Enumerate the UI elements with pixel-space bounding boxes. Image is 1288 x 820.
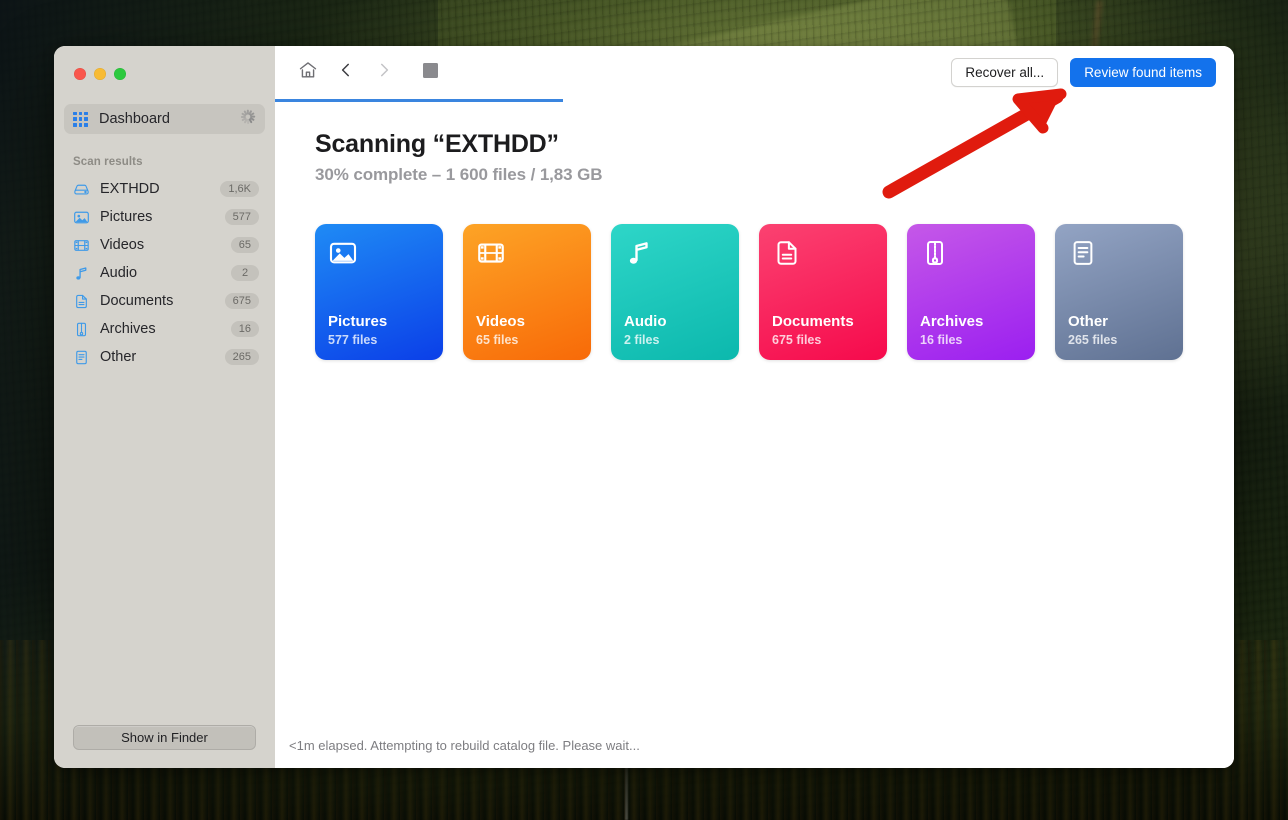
stop-scan-button[interactable] [411, 54, 449, 92]
category-card-pictures[interactable]: Pictures 577 files [315, 224, 443, 360]
document-icon [73, 293, 90, 310]
sidebar-item-badge: 16 [230, 321, 259, 337]
film-icon [73, 237, 90, 254]
hard-drive-icon [73, 181, 90, 198]
sidebar-item-badge: 1,6K [220, 181, 259, 197]
archive-zip-icon [920, 238, 950, 268]
category-card-title: Audio [624, 312, 667, 330]
category-card-title: Documents [772, 312, 854, 330]
status-text: <1m elapsed. Attempting to rebuild catal… [289, 737, 640, 753]
sidebar-item-documents[interactable]: Documents 675 [54, 287, 275, 315]
category-card-archives[interactable]: Archives 16 files [907, 224, 1035, 360]
review-found-items-button[interactable]: Review found items [1070, 58, 1216, 87]
category-card-count: 16 files [920, 333, 963, 347]
sidebar-item-label: Pictures [100, 209, 153, 225]
category-card-text: Archives 16 files [920, 312, 1022, 347]
category-card-title: Pictures [328, 312, 388, 330]
category-card-documents[interactable]: Documents 675 files [759, 224, 887, 360]
stop-square-icon [422, 62, 438, 83]
category-cards: Pictures 577 files Videos 65 files Audio 2 fi… [315, 224, 1204, 360]
category-card-title: Archives [920, 312, 984, 330]
status-bar: <1m elapsed. Attempting to rebuild catal… [275, 722, 1234, 768]
photo-icon [73, 209, 90, 226]
chevron-right-icon [375, 61, 393, 84]
scan-progress-fill [275, 99, 563, 102]
show-in-finder-button[interactable]: Show in Finder [73, 725, 256, 750]
category-card-other[interactable]: Other 265 files [1055, 224, 1183, 360]
category-card-title: Other [1068, 312, 1109, 330]
sidebar: Dashboard Scan results EXTHDD 1,6K Picture… [54, 46, 275, 768]
sidebar-item-label: Videos [100, 237, 145, 253]
category-card-text: Documents 675 files [772, 312, 874, 347]
category-card-videos[interactable]: Videos 65 files [463, 224, 591, 360]
home-button[interactable] [289, 54, 327, 92]
sidebar-item-badge: 675 [224, 293, 259, 309]
sidebar-item-badge: 265 [224, 349, 259, 365]
page-subtitle: 30% complete – 1 600 files / 1,83 GB [315, 165, 603, 184]
sidebar-item-pictures[interactable]: Pictures 577 [54, 203, 275, 231]
sidebar-item-label: Documents [100, 293, 174, 309]
category-card-text: Other 265 files [1068, 312, 1170, 347]
sidebar-item-audio[interactable]: Audio 2 [54, 259, 275, 287]
sidebar-item-other[interactable]: Other 265 [54, 343, 275, 371]
content-area: Scanning “EXTHDD” 30% complete – 1 600 f… [275, 102, 1234, 722]
sidebar-items-list: EXTHDD 1,6K Pictures 577 Videos 65 Audio 2 Docum… [54, 175, 275, 371]
spinner-icon [241, 110, 255, 126]
app-window: Dashboard Scan results EXTHDD 1,6K Picture… [54, 46, 1234, 768]
category-card-title: Videos [476, 312, 525, 330]
film-icon [476, 238, 506, 268]
sidebar-item-badge: 65 [230, 237, 259, 253]
music-note-icon [624, 238, 654, 268]
category-card-text: Pictures 577 files [328, 312, 430, 347]
sidebar-item-label: Audio [100, 265, 138, 281]
forward-button [365, 54, 403, 92]
category-card-count: 675 files [772, 333, 822, 347]
chevron-left-icon [337, 61, 355, 84]
back-button[interactable] [327, 54, 365, 92]
sidebar-item-exthdd[interactable]: EXTHDD 1,6K [54, 175, 275, 203]
category-card-count: 2 files [624, 333, 660, 347]
toolbar: Recover all... Review found items [275, 46, 1234, 99]
sidebar-item-label: Archives [100, 321, 156, 337]
photo-icon [328, 238, 358, 268]
archive-zip-icon [73, 321, 90, 338]
sidebar-item-dashboard[interactable]: Dashboard [64, 104, 265, 134]
category-card-count: 577 files [328, 333, 378, 347]
category-card-text: Audio 2 files [624, 312, 726, 347]
document-icon [772, 238, 802, 268]
music-note-icon [73, 265, 90, 282]
list-document-icon [1068, 238, 1098, 268]
category-card-text: Videos 65 files [476, 312, 578, 347]
recover-all-button[interactable]: Recover all... [951, 58, 1059, 87]
main-pane: Recover all... Review found items Scanni… [275, 46, 1234, 768]
sidebar-section-label: Scan results [73, 156, 143, 168]
category-card-count: 65 files [476, 333, 519, 347]
category-card-count: 265 files [1068, 333, 1118, 347]
zoom-button[interactable] [114, 68, 126, 80]
scan-progress-bar [275, 99, 1234, 102]
sidebar-item-label: EXTHDD [100, 181, 160, 197]
window-controls [54, 46, 275, 80]
grid-icon [73, 111, 88, 127]
sidebar-item-archives[interactable]: Archives 16 [54, 315, 275, 343]
sidebar-footer: Show in Finder [54, 725, 275, 768]
home-icon [298, 60, 318, 85]
page-title: Scanning “EXTHDD” [315, 130, 559, 158]
sidebar-item-label: Other [100, 349, 137, 365]
list-document-icon [73, 349, 90, 366]
sidebar-item-badge: 2 [231, 265, 259, 281]
sidebar-item-label-dashboard: Dashboard [99, 111, 170, 127]
close-button[interactable] [74, 68, 86, 80]
sidebar-item-videos[interactable]: Videos 65 [54, 231, 275, 259]
sidebar-item-badge: 577 [224, 209, 259, 225]
toolbar-actions: Recover all... Review found items [951, 58, 1220, 87]
sidebar-scroll-area: Dashboard Scan results EXTHDD 1,6K Picture… [54, 80, 275, 725]
category-card-audio[interactable]: Audio 2 files [611, 224, 739, 360]
minimize-button[interactable] [94, 68, 106, 80]
